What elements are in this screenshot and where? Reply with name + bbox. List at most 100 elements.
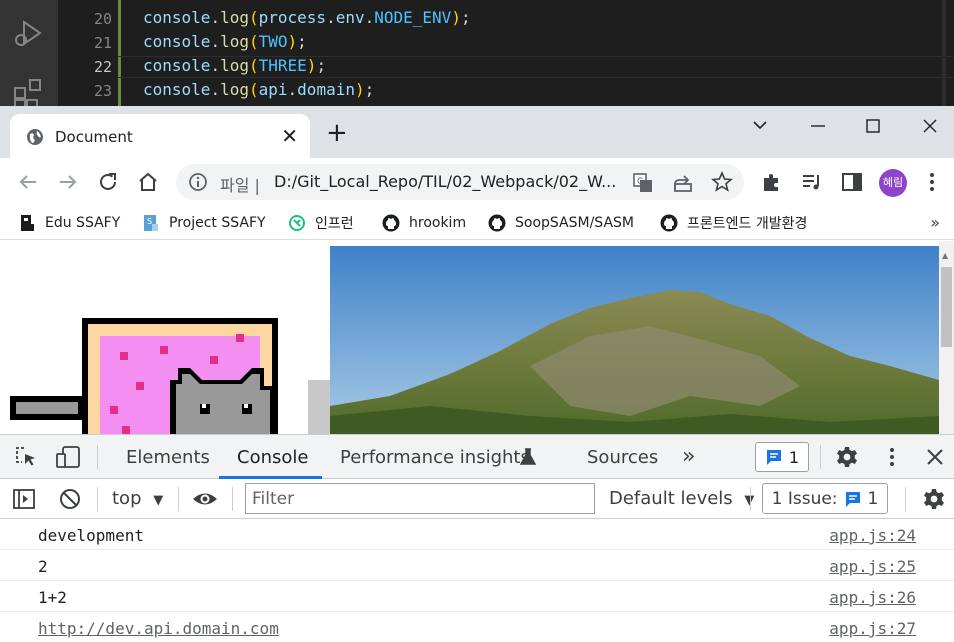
tab-sources[interactable]: Sources	[587, 447, 658, 468]
minimize-icon[interactable]	[810, 124, 826, 128]
message-icon	[766, 450, 781, 465]
github-icon	[382, 214, 400, 232]
code-punct: )	[287, 32, 298, 51]
extensions-icon[interactable]	[12, 76, 44, 108]
devtools-menu-icon[interactable]	[880, 445, 904, 469]
tab-title: Document	[55, 128, 133, 146]
bookmark-inflearn[interactable]: 인프런	[288, 212, 354, 234]
kebab-menu-icon[interactable]	[920, 170, 944, 194]
source-link[interactable]: app.js:25	[829, 557, 916, 576]
context-value: top	[112, 488, 142, 509]
media-control-icon[interactable]	[800, 170, 824, 194]
code-editor: 20 21 22 23 console.log(process.env.NODE…	[0, 0, 954, 108]
issues-button[interactable]: 1 Issue: 1	[762, 483, 888, 514]
maximize-icon[interactable]	[865, 118, 881, 134]
code-token: THREE	[258, 56, 307, 75]
home-icon[interactable]	[136, 170, 160, 194]
toolbar-divider	[232, 487, 233, 511]
messages-badge[interactable]: 1	[755, 442, 809, 472]
close-tab-button[interactable]: ✕	[281, 124, 298, 148]
line-number-active: 22	[93, 58, 112, 76]
bookmark-star-icon[interactable]	[711, 171, 733, 193]
toolbar-divider	[905, 487, 906, 511]
github-icon	[660, 214, 678, 232]
tab-elements[interactable]: Elements	[126, 447, 210, 468]
console-message-link[interactable]: http://dev.api.domain.com	[38, 619, 279, 638]
bookmark-label: SoopSASM/SASM	[515, 215, 634, 231]
device-toolbar-icon[interactable]	[55, 445, 81, 469]
bookmark-soopsasm[interactable]: SoopSASM/SASM	[488, 212, 634, 234]
new-tab-button[interactable]: +	[326, 120, 348, 146]
bookmark-hrookim[interactable]: hrookim	[382, 212, 466, 234]
source-link[interactable]: app.js:24	[829, 526, 916, 545]
browser-toolbar: 파일 | D:/Git_Local_Repo/TIL/02_Webpack/02…	[0, 158, 954, 206]
live-expression-eye-icon[interactable]	[191, 487, 219, 511]
code-token: console	[143, 8, 211, 27]
info-icon[interactable]	[188, 172, 208, 192]
window-close-icon[interactable]	[922, 118, 938, 134]
back-icon[interactable]	[16, 170, 40, 194]
code-token: console	[143, 32, 211, 51]
side-panel-icon[interactable]	[840, 170, 864, 194]
code-line[interactable]: console.log(process.env.NODE_ENV);	[143, 8, 471, 27]
editor-scrollbar[interactable]	[942, 0, 946, 106]
clear-console-icon[interactable]	[58, 487, 82, 511]
code-token: process	[258, 8, 327, 27]
console-row: http://dev.api.domain.com app.js:27	[0, 612, 954, 642]
close-devtools-icon[interactable]	[924, 446, 946, 468]
code-punct: )	[306, 56, 317, 75]
issues-label: 1 Issue:	[771, 488, 838, 509]
bookmarks-bar: Edu SSAFY S Project SSAFY 인프런 hrookim So…	[0, 206, 954, 240]
bookmark-edu-ssafy[interactable]: Edu SSAFY	[18, 212, 120, 234]
console-message: 1+2	[38, 588, 67, 607]
console-row: 1+2 app.js:26	[0, 581, 954, 612]
context-select[interactable]: top ▼	[112, 488, 163, 509]
page-scrollbar[interactable]: ▲	[939, 241, 954, 434]
line-number: 23	[93, 82, 112, 100]
code-token: log	[220, 80, 249, 99]
bookmark-label: Project SSAFY	[169, 215, 266, 231]
profile-avatar[interactable]: 혜림	[879, 169, 907, 197]
url-text[interactable]: D:/Git_Local_Repo/TIL/02_Webpack/02_W...	[274, 172, 616, 191]
indent-guide	[118, 0, 121, 106]
extensions-puzzle-icon[interactable]	[760, 170, 784, 194]
more-tabs-button[interactable]: »	[682, 444, 695, 469]
issues-count: 1	[867, 488, 879, 509]
toolbar-divider	[97, 487, 98, 511]
source-link[interactable]: app.js:27	[829, 619, 916, 638]
bookmark-project-ssafy[interactable]: S Project SSAFY	[142, 212, 266, 234]
code-line[interactable]: console.log(THREE);	[143, 56, 326, 75]
browser-tab[interactable]: Document ✕	[10, 114, 310, 158]
reload-icon[interactable]	[96, 170, 120, 194]
address-bar[interactable]: 파일 | D:/Git_Local_Repo/TIL/02_Webpack/02…	[176, 164, 744, 200]
line-number: 20	[93, 10, 112, 28]
inspect-element-icon[interactable]	[14, 445, 38, 469]
page-viewport: ▲	[0, 241, 954, 434]
code-line[interactable]: console.log(api.domain);	[143, 80, 374, 99]
scroll-up-icon[interactable]: ▲	[942, 251, 948, 260]
code-line[interactable]: console.log(TWO);	[143, 32, 307, 51]
code-punct: ;	[297, 32, 307, 51]
filter-input[interactable]	[245, 483, 595, 514]
run-debug-icon[interactable]	[12, 18, 44, 50]
translate-icon[interactable]: G	[632, 172, 654, 194]
sidebar-toggle-icon[interactable]	[12, 487, 36, 511]
log-levels-select[interactable]: Default levels ▼	[609, 488, 754, 509]
tab-console[interactable]: Console	[237, 447, 308, 468]
github-icon	[488, 214, 506, 232]
page-scroll-thumb[interactable]	[941, 267, 952, 347]
more-bookmarks-button[interactable]: »	[930, 213, 940, 232]
forward-icon[interactable]	[56, 170, 80, 194]
source-link[interactable]: app.js:26	[829, 588, 916, 607]
bookmark-frontend-env[interactable]: 프론트엔드 개발환경	[660, 212, 807, 234]
toolbar-divider	[750, 487, 751, 511]
settings-gear-icon[interactable]	[835, 445, 859, 469]
line-gutter: 20 21 22 23	[58, 0, 118, 106]
console-message: 2	[38, 557, 48, 576]
console-settings-gear-icon[interactable]	[922, 487, 946, 511]
code-token: console	[143, 80, 211, 99]
share-icon[interactable]	[672, 172, 694, 194]
tab-performance-insights[interactable]: Performance insights	[340, 447, 530, 468]
log-levels-value: Default levels	[609, 488, 733, 509]
tab-search-icon[interactable]	[751, 118, 769, 132]
